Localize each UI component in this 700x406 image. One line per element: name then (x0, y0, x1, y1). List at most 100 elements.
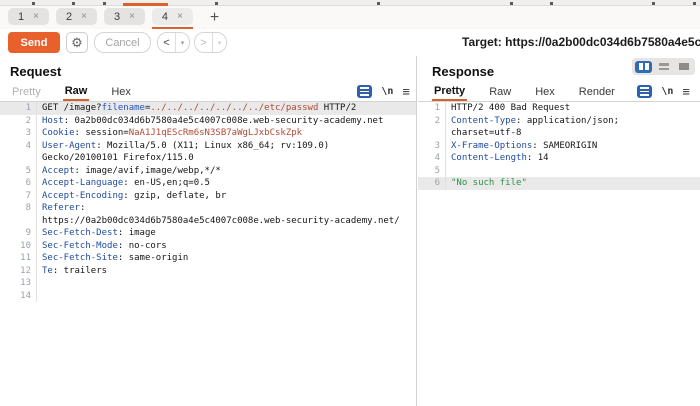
target-label: Target: (462, 35, 502, 49)
code-line[interactable]: 11Sec-Fetch-Site: same-origin (0, 252, 416, 265)
request-response-split: Request Pretty Raw Hex \n ≡ 1GET /image?… (0, 56, 700, 406)
tab-raw[interactable]: Raw (63, 83, 90, 101)
code-line[interactable]: 2Host: 0a2b00dc034d6b7580a4e5c4007c008e.… (0, 115, 416, 128)
syntax-format-icon[interactable] (637, 85, 652, 98)
line-number: 3 (418, 140, 446, 153)
line-number: 5 (0, 165, 37, 178)
code-line[interactable]: Gecko/20100101 Firefox/115.0 (0, 152, 416, 165)
target-url: Target: https://0a2b00dc034d6b7580a4e5c4… (462, 35, 700, 49)
repeater-tab-1[interactable]: 1× (8, 6, 49, 29)
history-forward-button[interactable]: > ▾ (194, 32, 227, 53)
repeater-tab-4[interactable]: 4× (152, 6, 193, 29)
line-number: 9 (0, 227, 37, 240)
repeater-tabbar: 1× 2× 3× 4× + (0, 6, 700, 29)
request-editor[interactable]: 1GET /image?filename=../../../../../../.… (0, 102, 416, 406)
line-number: 5 (418, 165, 446, 178)
editor-menu-icon[interactable]: ≡ (682, 85, 690, 98)
tab-raw[interactable]: Raw (487, 83, 513, 101)
close-tab-icon[interactable]: × (81, 11, 87, 22)
chevron-down-icon: ▾ (213, 33, 226, 52)
response-editor[interactable]: 1HTTP/2 400 Bad Request2Content-Type: ap… (418, 102, 700, 406)
code-line[interactable]: 1HTTP/2 400 Bad Request (418, 102, 700, 115)
response-title: Response (432, 64, 494, 79)
line-number: 4 (0, 140, 37, 153)
editor-menu-icon[interactable]: ≡ (402, 85, 410, 98)
cancel-button[interactable]: Cancel (94, 32, 151, 53)
line-number: 2 (0, 115, 37, 128)
line-number: 11 (0, 252, 37, 265)
line-number: 4 (418, 152, 446, 165)
code-line[interactable]: 2Content-Type: application/json; (418, 115, 700, 128)
line-number: 1 (418, 102, 446, 115)
request-editor-icons: \n ≡ (357, 85, 410, 98)
close-tab-icon[interactable]: × (33, 11, 39, 22)
code-line[interactable]: 12Te: trailers (0, 265, 416, 278)
code-line[interactable]: 4User-Agent: Mozilla/5.0 (X11; Linux x86… (0, 140, 416, 153)
line-number (418, 127, 446, 140)
close-tab-icon[interactable]: × (177, 11, 183, 22)
gear-icon[interactable]: ⚙ (66, 32, 88, 53)
request-view-tabs: Pretty Raw Hex (0, 83, 416, 102)
code-line[interactable]: 13 (0, 277, 416, 290)
code-line[interactable]: 3X-Frame-Options: SAMEORIGIN (418, 140, 700, 153)
request-panel: Request Pretty Raw Hex \n ≡ 1GET /image?… (0, 56, 417, 406)
line-number: 7 (0, 190, 37, 203)
line-number: 12 (0, 265, 37, 278)
target-url-value: https://0a2b00dc034d6b7580a4e5c4007c008e (505, 35, 700, 49)
tab-pretty[interactable]: Pretty (10, 83, 43, 101)
code-line[interactable]: 10Sec-Fetch-Mode: no-cors (0, 240, 416, 253)
code-line[interactable]: 6"No such file" (418, 177, 700, 190)
code-line[interactable]: 7Accept-Encoding: gzip, deflate, br (0, 190, 416, 203)
tab-label: 3 (114, 11, 120, 23)
tab-label: 4 (162, 11, 168, 23)
layout-columns-icon[interactable] (635, 61, 652, 73)
show-newlines-icon[interactable]: \n (381, 86, 393, 97)
forward-arrow-icon: > (195, 33, 213, 52)
code-line[interactable]: 5 (418, 165, 700, 178)
code-line[interactable]: 5Accept: image/avif,image/webp,*/* (0, 165, 416, 178)
code-line[interactable]: 9Sec-Fetch-Dest: image (0, 227, 416, 240)
line-number: 10 (0, 240, 37, 253)
close-tab-icon[interactable]: × (129, 11, 135, 22)
line-number: 14 (0, 290, 37, 303)
code-line[interactable]: 1GET /image?filename=../../../../../../.… (0, 102, 416, 115)
history-back-button[interactable]: < ▾ (157, 32, 190, 53)
request-title: Request (10, 64, 61, 79)
code-line[interactable]: charset=utf-8 (418, 127, 700, 140)
tab-hex[interactable]: Hex (109, 83, 133, 101)
code-line[interactable]: https://0a2b00dc034d6b7580a4e5c4007c008e… (0, 215, 416, 228)
line-number (0, 152, 37, 165)
line-number: 1 (0, 102, 37, 115)
tab-label: 1 (18, 11, 24, 23)
line-number: 6 (0, 177, 37, 190)
line-number: 6 (418, 177, 446, 190)
line-number: 3 (0, 127, 37, 140)
syntax-format-icon[interactable] (357, 85, 372, 98)
show-newlines-icon[interactable]: \n (661, 86, 673, 97)
repeater-tab-2[interactable]: 2× (56, 6, 97, 29)
tab-render[interactable]: Render (577, 83, 617, 101)
repeater-tab-3[interactable]: 3× (104, 6, 145, 29)
line-number: 13 (0, 277, 37, 290)
line-number: 8 (0, 202, 37, 215)
layout-rows-icon[interactable] (655, 61, 672, 73)
code-line[interactable]: 6Accept-Language: en-US,en;q=0.5 (0, 177, 416, 190)
send-button[interactable]: Send (8, 32, 60, 53)
repeater-toolbar: Send ⚙ Cancel < ▾ > ▾ Target: https://0a… (0, 29, 700, 56)
line-number: 2 (418, 115, 446, 128)
add-tab-button[interactable]: + (206, 9, 223, 27)
code-line[interactable]: 4Content-Length: 14 (418, 152, 700, 165)
chevron-down-icon[interactable]: ▾ (176, 33, 189, 52)
layout-single-icon[interactable] (675, 61, 692, 73)
code-line[interactable]: 8Referer: (0, 202, 416, 215)
response-editor-icons: \n ≡ (637, 85, 690, 98)
tab-hex[interactable]: Hex (533, 83, 557, 101)
layout-switcher (632, 58, 695, 75)
back-arrow-icon[interactable]: < (158, 33, 176, 52)
tab-pretty[interactable]: Pretty (432, 83, 467, 101)
code-line[interactable]: 14 (0, 290, 416, 303)
response-panel: Response Pretty Raw Hex Render \n ≡ 1HTT… (418, 56, 700, 406)
code-line[interactable]: 3Cookie: session=NaA1J1qEScRm6sN3SB7aWgL… (0, 127, 416, 140)
line-number (0, 215, 37, 228)
tab-label: 2 (66, 11, 72, 23)
